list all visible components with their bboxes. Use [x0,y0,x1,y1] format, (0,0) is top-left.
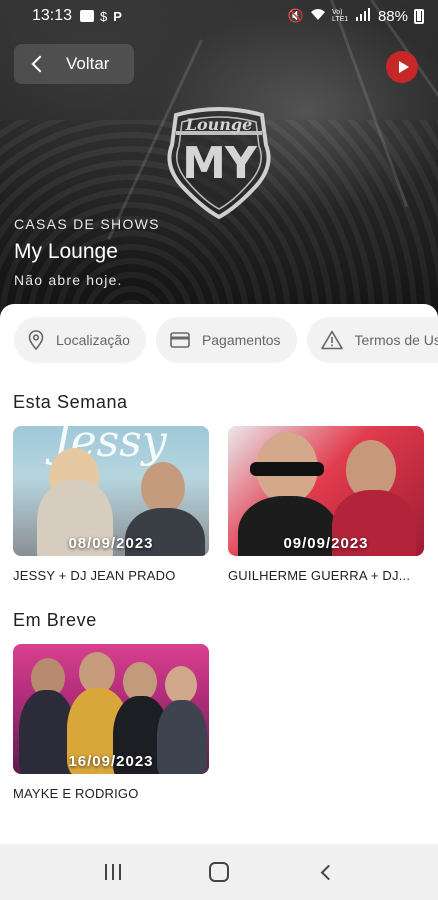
paypal-icon: P [113,8,122,24]
network-label: Vo) LTE1 [331,9,349,23]
system-navigation-bar [0,844,438,900]
venue-name: My Lounge [14,240,118,263]
venue-category: CASAS DE SHOWS [14,216,160,232]
message-icon [80,10,95,22]
section-title-coming-soon: Em Breve [13,610,97,630]
battery-percent: 88% [377,7,408,25]
chip-terms[interactable]: Termos de Uso [306,317,438,363]
venue-details-sheet: Localização Pagamentos Termos de Uso Est… [0,304,438,844]
info-chips: Localização Pagamentos Termos de Uso [14,317,438,367]
chip-payments[interactable]: Pagamentos [155,317,297,363]
location-pin-icon [28,330,44,350]
youtube-button[interactable] [386,51,418,83]
event-poster: Jessy 08/09/2023 [13,426,209,556]
back-button[interactable]: Voltar [14,44,134,84]
dollar-icon: $ [100,8,108,24]
chevron-left-icon [31,55,49,73]
chip-location-label: Localização [56,332,130,348]
recent-apps-icon [105,864,121,880]
section-title-this-week: Esta Semana [13,392,128,412]
mute-icon: 🔇 [287,8,304,23]
signal-icon [355,8,372,24]
wifi-icon [310,8,326,24]
sunglasses [250,462,324,476]
event-date: 16/09/2023 [68,753,154,770]
venue-open-status: Não abre hoje. [14,272,123,288]
play-icon [398,61,409,73]
chip-terms-label: Termos de Uso [354,332,438,348]
chip-location[interactable]: Localização [14,317,146,363]
back-arrow-icon [320,864,336,880]
event-poster: 16/09/2023 [13,644,209,774]
back-button-label: Voltar [66,54,110,73]
status-bar: 13:13 $ P 🔇 Vo) LTE1 88% [0,0,438,32]
chip-payments-label: Pagamentos [201,332,281,348]
credit-card-icon [170,332,190,348]
event-title: GUILHERME GUERRA + DJ... [228,568,411,583]
event-title: JESSY + DJ JEAN PRADO [13,568,176,583]
recent-apps-button[interactable] [93,852,133,892]
system-back-button[interactable] [305,852,345,892]
logo-text-lounge: Lounge [185,115,253,134]
status-time: 13:13 [32,7,73,24]
venue-hero: 13:13 $ P 🔇 Vo) LTE1 88% Voltar Lounge M… [0,0,438,318]
home-button[interactable] [199,852,239,892]
venue-logo: Lounge MY [162,105,276,220]
event-card[interactable]: 16/09/2023 MAYKE E RODRIGO [13,644,209,801]
event-date: 09/09/2023 [283,535,369,552]
event-poster: 09/09/2023 [228,426,424,556]
battery-icon [414,8,424,24]
event-card[interactable]: 09/09/2023 GUILHERME GUERRA + DJ... [228,426,424,583]
home-icon [209,862,229,882]
event-card[interactable]: Jessy 08/09/2023 JESSY + DJ JEAN PRADO [13,426,209,583]
warning-icon [320,330,343,350]
event-date: 08/09/2023 [68,535,154,552]
event-title: MAYKE E RODRIGO [13,786,139,801]
logo-text-my: MY [182,138,257,189]
